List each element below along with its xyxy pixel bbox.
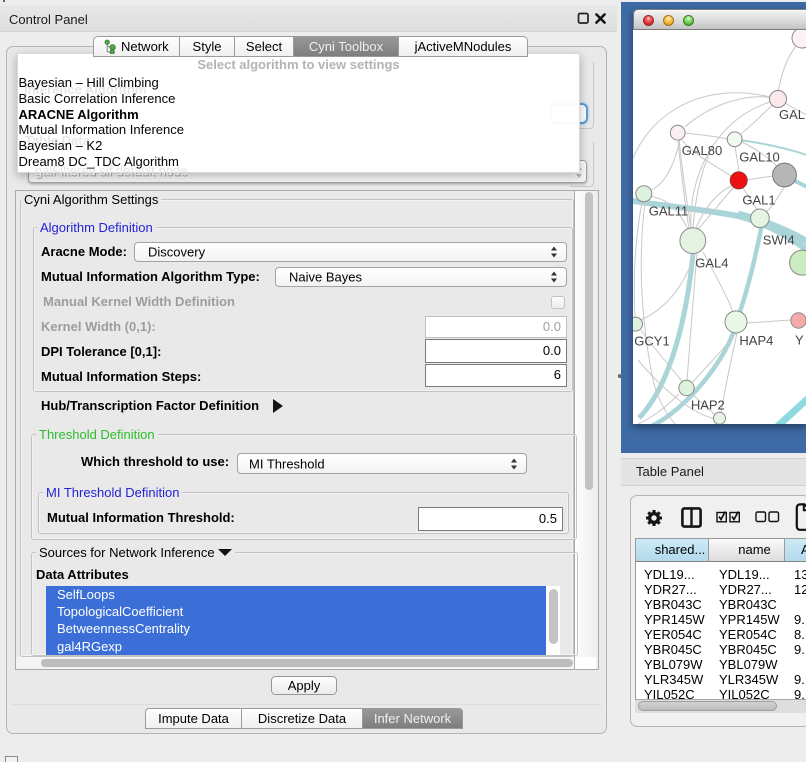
svg-text:GAL4: GAL4: [695, 256, 728, 271]
svg-text:GAL11: GAL11: [649, 203, 689, 218]
svg-text:GAL80: GAL80: [682, 143, 722, 158]
svg-text:Y: Y: [795, 332, 804, 347]
svg-text:GCY1: GCY1: [634, 334, 669, 349]
svg-text:GAL10: GAL10: [739, 150, 779, 165]
svg-text:GAL1: GAL1: [742, 192, 775, 207]
svg-text:GAL: GAL: [779, 107, 805, 122]
svg-text:SWI4: SWI4: [763, 232, 795, 247]
svg-text:HAP2: HAP2: [691, 398, 725, 413]
svg-text:HAP4: HAP4: [739, 333, 773, 348]
